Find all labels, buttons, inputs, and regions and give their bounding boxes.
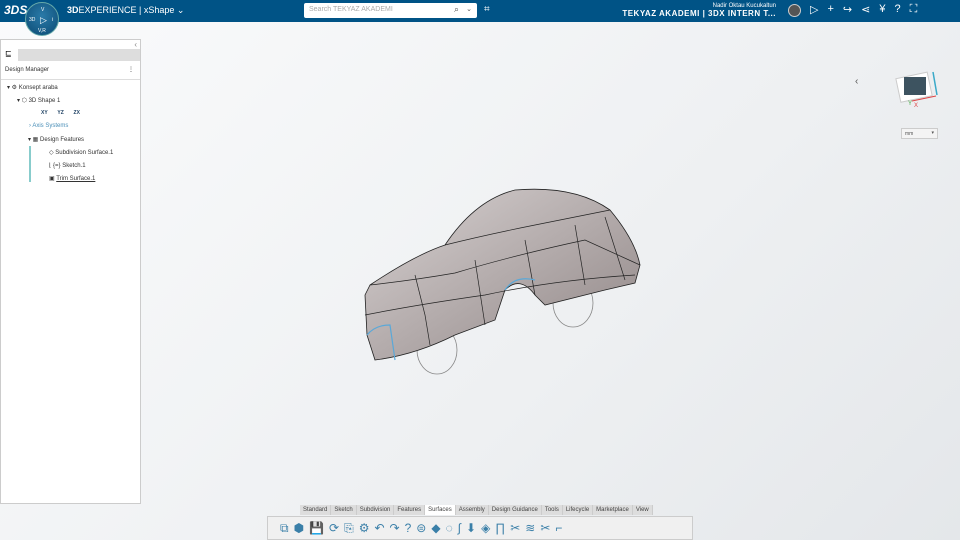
- panel-title: Design Manager: [5, 67, 50, 73]
- tool-icon[interactable]: ⧉: [280, 521, 289, 536]
- tab-subdivision[interactable]: Subdivision: [357, 505, 395, 515]
- tab-design-guidance[interactable]: Design Guidance: [489, 505, 542, 515]
- tool-icon[interactable]: ⬢: [294, 521, 304, 535]
- share-icon[interactable]: ↪: [843, 3, 852, 16]
- tree-node-subdivision[interactable]: ◇ Subdivision Surface.1: [49, 149, 113, 156]
- collapse-icon[interactable]: ‹: [134, 40, 137, 49]
- tab-standard[interactable]: Standard: [300, 505, 332, 515]
- tab-view[interactable]: View: [633, 505, 653, 515]
- tab-assembly[interactable]: Assembly: [456, 505, 489, 515]
- dropdown-arrow-icon: ▾: [931, 130, 934, 136]
- compass-right: i: [52, 17, 54, 23]
- more-icon[interactable]: ⋮: [128, 66, 134, 73]
- axis-x-label: X: [914, 103, 918, 107]
- play-icon[interactable]: ▷: [40, 15, 47, 26]
- design-manager-panel: ‹ ⊑ Design Manager ⋮ ▾ ⚙ Konsept araba ▾ …: [0, 39, 141, 504]
- tab-features[interactable]: Features: [394, 505, 426, 515]
- action-bar-tools: ⧉ ⬢ 💾 ⟳ ⎘ ⚙ ↶ ↷? ⊜ ◆ ◌ ∫ ⬇ ◈ ∏ ✂ ≋ ✂ ⌐: [267, 516, 693, 540]
- network-icon[interactable]: ⋖: [861, 3, 870, 16]
- tree-node-axis-systems[interactable]: › Axis Systems: [29, 123, 68, 129]
- chevron-down-icon[interactable]: ⌄: [466, 5, 472, 13]
- tab-surfaces[interactable]: Surfaces: [425, 505, 456, 515]
- tab-lifecycle[interactable]: Lifecycle: [563, 505, 594, 515]
- tool-icon[interactable]: ⚙: [359, 521, 370, 535]
- car-model[interactable]: [355, 185, 645, 380]
- plus-icon[interactable]: +: [827, 3, 833, 16]
- tool-icon[interactable]: ↷: [390, 521, 400, 535]
- tree-node-3dshape[interactable]: ▾ ⬡ 3D Shape 1: [17, 97, 60, 104]
- tool-icon[interactable]: ⬇: [466, 521, 476, 535]
- search-input[interactable]: Search TEKYAZ AKADEMI ⌕ ⌄: [304, 3, 477, 18]
- apps-icon[interactable]: ¥: [879, 3, 885, 16]
- search-icon[interactable]: ⌕: [454, 4, 459, 15]
- compass-share-icon[interactable]: ▷: [810, 3, 818, 16]
- tab-marketplace[interactable]: Marketplace: [593, 505, 633, 515]
- plane-icons[interactable]: XY YZ ZX: [41, 110, 80, 116]
- compass-bottom: V,R: [38, 28, 46, 34]
- tool-icon[interactable]: ≋: [525, 521, 535, 535]
- tab-sketch[interactable]: Sketch: [331, 505, 357, 515]
- axis-y-label: Y: [908, 101, 912, 107]
- help-icon[interactable]: ?: [894, 3, 900, 16]
- unit-dropdown[interactable]: mm ▾: [901, 128, 938, 139]
- tab-tools[interactable]: Tools: [542, 505, 563, 515]
- tool-icon[interactable]: 💾: [309, 521, 324, 535]
- compass-widget[interactable]: V 3D ▷ i V,R: [25, 2, 59, 36]
- tree-progress-line: [29, 146, 31, 182]
- tool-icon[interactable]: ∫: [458, 521, 461, 535]
- top-bar: 3DS 3DEXPERIENCE | xShape ⌄ Search TEKYA…: [0, 0, 960, 22]
- tool-icon[interactable]: ⊜: [416, 521, 426, 535]
- view-cube[interactable]: Z Y X: [890, 67, 940, 107]
- tree-node-konsept[interactable]: ▾ ⚙ Konsept araba: [7, 84, 58, 91]
- tool-icon[interactable]: ⎘: [344, 521, 354, 536]
- action-bar-tabs: Standard Sketch Subdivision Features Surface…: [300, 505, 653, 515]
- app-title[interactable]: 3DEXPERIENCE | xShape ⌄: [67, 5, 184, 16]
- compass-top: V: [41, 7, 45, 13]
- tree-node-sketch[interactable]: ⌊ {=} Sketch.1: [49, 162, 86, 169]
- fullscreen-icon[interactable]: ⛶: [910, 3, 918, 16]
- tool-icon[interactable]: ◌: [446, 521, 453, 535]
- dassault-logo: 3DS: [4, 3, 28, 17]
- tool-icon[interactable]: ⟳: [329, 521, 339, 535]
- tree-node-design-features[interactable]: ▾ ▦ Design Features: [28, 136, 84, 143]
- tool-icon[interactable]: ◈: [481, 521, 490, 535]
- tool-icon[interactable]: ⌐: [555, 521, 562, 535]
- tool-icon[interactable]: ◆: [431, 521, 440, 535]
- chevron-left-icon[interactable]: ‹: [855, 76, 858, 87]
- avatar[interactable]: [788, 4, 801, 17]
- user-info: Nadir Oktau Kucukaltun TEKYAZ AKADEMI | 3…: [622, 3, 776, 18]
- tool-icon[interactable]: ✂: [510, 521, 520, 535]
- tree-icon[interactable]: ⊑: [1, 49, 18, 61]
- tool-icon[interactable]: ∏: [495, 521, 505, 535]
- tool-icon[interactable]: ?: [405, 521, 412, 535]
- tree-node-trim-surface[interactable]: ▣ Trim Surface.1: [49, 175, 95, 182]
- tool-icon[interactable]: ✂: [540, 521, 550, 535]
- tool-icon[interactable]: ↶: [374, 521, 384, 535]
- tag-icon[interactable]: ⌗: [484, 4, 490, 15]
- compass-left: 3D: [29, 17, 36, 23]
